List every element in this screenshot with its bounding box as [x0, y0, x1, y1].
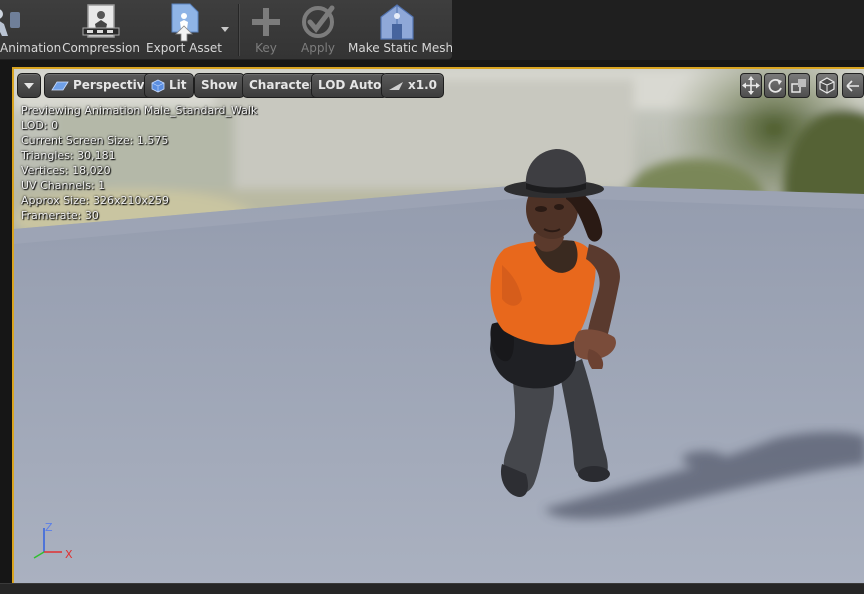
toolbar-empty-area	[452, 0, 864, 60]
y-axis-line	[33, 551, 45, 559]
world-local-toggle-button[interactable]	[816, 73, 838, 98]
compression-icon	[82, 4, 120, 38]
lit-cube-icon	[151, 79, 165, 92]
perspective-button[interactable]: Perspective	[44, 73, 160, 98]
scale-icon	[791, 79, 806, 93]
snap-icon	[846, 80, 859, 92]
toolbar-separator	[238, 4, 239, 56]
local-space-cube-icon	[819, 77, 835, 94]
z-axis-label: Z	[45, 521, 53, 534]
speed-icon	[389, 81, 403, 90]
apply-check-icon	[302, 5, 335, 38]
framerate-text: Framerate: 30	[21, 209, 99, 222]
export-asset-icon	[171, 3, 199, 42]
asset-toolbar: Animation Compression Export Asset Key A…	[0, 0, 453, 60]
perspective-camera-icon	[51, 81, 69, 90]
move-arrows-icon	[742, 76, 760, 95]
key-button[interactable]: Key	[246, 0, 286, 60]
floor-plane	[14, 184, 864, 583]
animation-button[interactable]: Animation	[0, 0, 62, 60]
approx-size-text: Approx Size: 326x210x259	[21, 194, 169, 207]
translate-mode-button[interactable]	[740, 73, 762, 98]
viewport-options-button[interactable]	[17, 73, 41, 98]
scale-mode-button[interactable]	[788, 73, 810, 98]
make-static-mesh-icon	[380, 4, 414, 40]
compression-button[interactable]: Compression	[62, 0, 140, 60]
playback-speed-button[interactable]: x1.0	[381, 73, 444, 98]
screen-size-text: Current Screen Size: 1.575	[21, 134, 169, 147]
vertices-text: Vertices: 18,020	[21, 164, 111, 177]
previewing-animation-text: Previewing Animation Male_Standard_Walk	[21, 104, 258, 117]
surface-snapping-button[interactable]	[842, 73, 864, 98]
export-asset-button[interactable]: Export Asset	[146, 0, 222, 60]
show-flags-button[interactable]: Show	[194, 73, 245, 98]
x-axis-label: X	[65, 548, 73, 561]
animation-icon	[0, 9, 20, 36]
lit-view-mode-button[interactable]: Lit	[144, 73, 194, 98]
triangles-text: Triangles: 30,181	[21, 149, 116, 162]
key-plus-icon	[252, 8, 280, 36]
lod-button[interactable]: LOD Auto	[311, 73, 389, 98]
lod-text: LOD: 0	[21, 119, 59, 132]
rotate-mode-button[interactable]	[764, 73, 786, 98]
chevron-down-icon	[24, 82, 34, 89]
export-options-chevron-down-icon[interactable]	[218, 22, 232, 36]
viewport-bottom-bar	[0, 583, 864, 594]
uv-channels-text: UV Channels: 1	[21, 179, 106, 192]
viewport-stats-overlay: Previewing Animation Male_Standard_Walk …	[21, 103, 257, 223]
apply-button[interactable]: Apply	[294, 0, 342, 60]
rotate-icon	[768, 78, 782, 93]
make-static-mesh-button[interactable]: Make Static Mesh	[348, 0, 453, 60]
